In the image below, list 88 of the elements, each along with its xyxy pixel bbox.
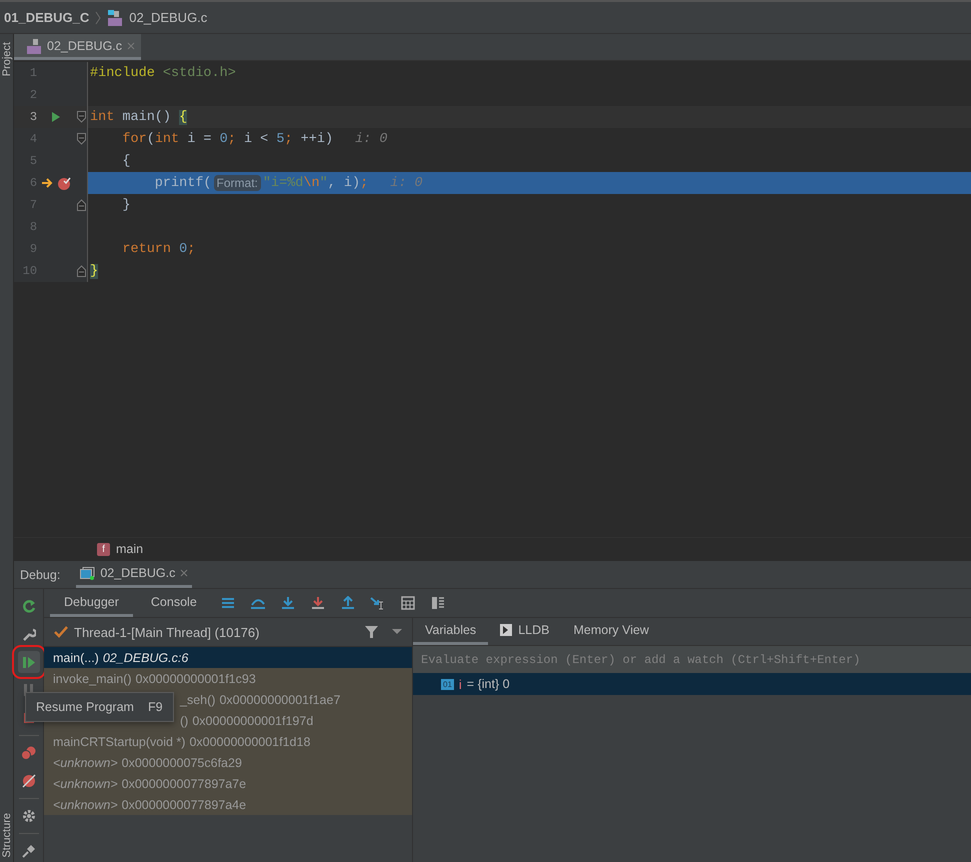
force-step-into-icon[interactable]	[310, 596, 325, 610]
code-token: #include	[90, 66, 156, 80]
resume-icon[interactable]	[22, 655, 36, 669]
code-token: {	[179, 110, 188, 124]
line-number: 3	[28, 110, 38, 124]
code-token: \n	[303, 176, 320, 190]
debug-label: Debug:	[20, 568, 60, 582]
thread-selector[interactable]: Thread-1-[Main Thread] (10176)	[74, 624, 260, 640]
code-token: (	[146, 132, 155, 146]
c-file-icon	[26, 38, 42, 54]
code-token: "	[320, 176, 328, 190]
mute-breakpoints-icon[interactable]	[22, 774, 36, 788]
close-icon[interactable]	[127, 42, 136, 50]
project-tool-window[interactable]: Project	[0, 42, 12, 76]
editor-tab[interactable]: 02_DEBUG.c	[14, 34, 142, 60]
code-token: ++i)	[300, 132, 334, 146]
code-token: int	[154, 132, 180, 146]
code-token: ;	[284, 132, 294, 146]
variable-row[interactable]: 01 i = {int} 0	[413, 673, 971, 695]
step-into-icon[interactable]	[280, 596, 295, 610]
check-icon	[54, 626, 68, 638]
step-over-icon[interactable]	[250, 596, 266, 610]
evaluate-field[interactable]: Evaluate expression (Enter) or add a watch (Ctrl+Shift+Enter)	[413, 646, 971, 673]
code-token: <stdio.h>	[162, 66, 236, 80]
stack-frame[interactable]: <unknown> 0x0000000075c6fa29	[44, 752, 412, 773]
code-token: i <	[244, 132, 270, 146]
breakpoint-icon[interactable]	[57, 176, 72, 190]
code-token: return	[121, 242, 172, 256]
step-out-icon[interactable]	[340, 596, 355, 610]
code-token: 0	[179, 242, 188, 256]
wrench-icon[interactable]	[22, 627, 36, 641]
code-token: ;	[187, 242, 196, 256]
project-breadcrumb[interactable]: 01_DEBUG_C	[4, 10, 90, 25]
tooltip-label: Resume Program	[36, 700, 134, 714]
chevron-icon	[95, 10, 102, 24]
calculator-icon[interactable]	[400, 596, 415, 610]
code-token: }	[90, 264, 98, 278]
settings-icon[interactable]	[22, 809, 36, 823]
c-file-icon	[107, 10, 124, 26]
terminal-icon	[500, 624, 512, 636]
debug-session-tab[interactable]: 02_DEBUG.c	[76, 561, 192, 588]
fold-icon[interactable]	[76, 133, 86, 145]
fold-icon[interactable]	[76, 199, 86, 211]
code-token: ;	[360, 176, 368, 190]
code-token: int	[90, 110, 116, 124]
menu-icon[interactable]	[220, 597, 235, 609]
function-badge: f	[97, 542, 110, 556]
code-token: for	[121, 132, 147, 146]
code-token: i =	[187, 132, 213, 146]
stack-frame[interactable]: <unknown> 0x0000000077897a7e	[44, 773, 412, 794]
run-icon[interactable]	[51, 111, 62, 123]
variable-type-badge: 01	[441, 678, 454, 690]
fold-icon[interactable]	[76, 265, 86, 277]
execution-arrow-icon	[41, 177, 54, 189]
tooltip-shortcut: F9	[148, 700, 163, 714]
debugger-tab[interactable]: Debugger	[50, 589, 133, 617]
debugger-tab[interactable]: Console	[136, 589, 211, 617]
filter-icon[interactable]	[365, 626, 378, 638]
code-token: 5	[276, 132, 284, 146]
inline-debug-value: i: 0	[355, 132, 388, 146]
close-icon[interactable]	[180, 569, 188, 577]
structure-tool-window[interactable]: Structure	[0, 813, 12, 858]
file-breadcrumb[interactable]: 02_DEBUG.c	[129, 10, 208, 25]
console-icon	[80, 566, 96, 580]
stack-frame[interactable]: main(...) 02_DEBUG.c:6	[44, 647, 412, 668]
stack-frame[interactable]: invoke_main() 0x00000000001f1c93	[44, 668, 412, 689]
code-token: main()	[122, 110, 172, 124]
function-breadcrumb[interactable]: main	[116, 542, 144, 556]
code-token: {	[121, 154, 131, 168]
code-token: , i)	[328, 176, 360, 190]
rerun-icon[interactable]	[22, 599, 36, 613]
variables-tab[interactable]: Memory View	[561, 618, 661, 645]
inline-debug-value: i: 0	[390, 176, 423, 190]
breakpoints-icon[interactable]	[20, 746, 36, 760]
variables-tab[interactable]: LLDB	[488, 618, 562, 645]
stack-frame[interactable]: <unknown> 0x0000000077897a4e	[44, 794, 412, 815]
code-token: 0	[220, 132, 228, 146]
fold-icon[interactable]	[76, 111, 86, 123]
dropdown-icon[interactable]	[392, 629, 402, 635]
code-token: printf(	[154, 176, 212, 190]
stack-frame[interactable]: mainCRTStartup(void *) 0x00000000001f1d18	[44, 731, 412, 752]
layout-icon[interactable]	[430, 596, 445, 610]
code-token: ;	[228, 132, 237, 146]
pin-icon[interactable]	[22, 844, 36, 858]
code-token: }	[121, 198, 131, 212]
code-token: "i=%d	[262, 176, 304, 190]
parameter-hint: Format:	[214, 175, 261, 191]
run-to-cursor-icon[interactable]	[370, 596, 386, 610]
